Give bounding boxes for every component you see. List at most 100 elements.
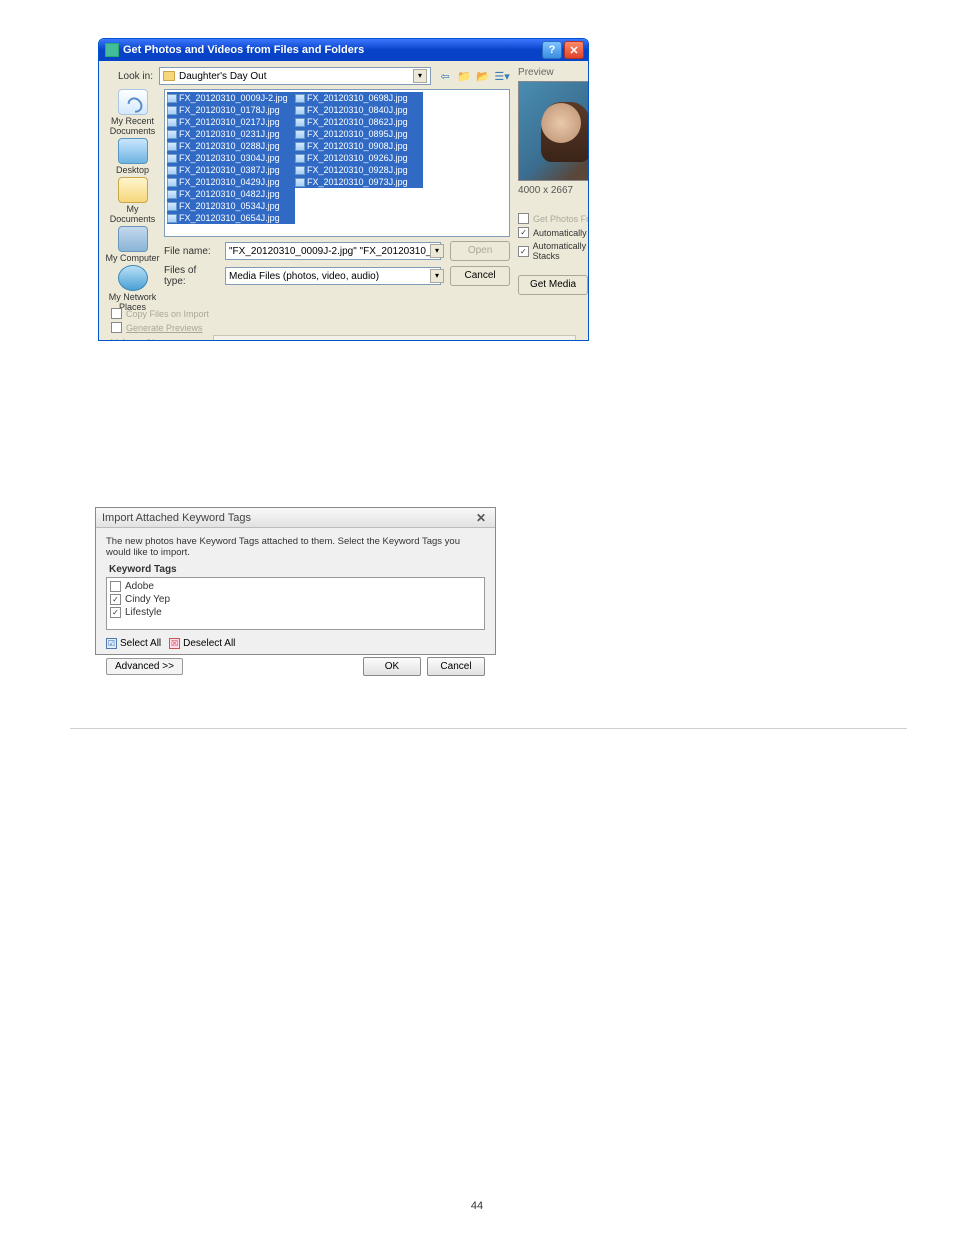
deselect-all-button[interactable]: ☒Deselect All xyxy=(169,638,235,649)
image-file-icon xyxy=(167,154,177,163)
place-label: Desktop xyxy=(116,165,149,175)
filename-input[interactable]: "FX_20120310_0009J-2.jpg" "FX_20120310_0 xyxy=(225,242,441,260)
help-button[interactable]: ? xyxy=(542,41,562,59)
image-file-icon xyxy=(167,94,177,103)
keyword-tag-item[interactable]: ✓ Cindy Yep xyxy=(110,593,481,606)
file-item[interactable]: FX_20120310_0973J.jpg xyxy=(295,176,423,188)
chevron-down-icon[interactable]: ▾ xyxy=(430,244,444,258)
import-tags-dialog: Import Attached Keyword Tags ✕ The new p… xyxy=(95,507,496,655)
app-icon xyxy=(105,43,119,57)
get-photos-dialog: Get Photos and Videos from Files and Fol… xyxy=(98,38,589,341)
checkbox[interactable] xyxy=(110,581,121,592)
places-item[interactable]: My Network Places xyxy=(105,265,160,312)
place-icon xyxy=(118,265,148,291)
new-folder-icon[interactable]: 📂 xyxy=(475,68,491,84)
preview-image xyxy=(518,81,589,181)
tag-name: Lifestyle xyxy=(125,607,162,618)
places-item[interactable]: My Computer xyxy=(105,226,160,263)
file-item[interactable]: FX_20120310_0482J.jpg xyxy=(167,188,295,200)
dialog-message: The new photos have Keyword Tags attache… xyxy=(106,536,485,558)
file-item[interactable]: FX_20120310_0895J.jpg xyxy=(295,128,423,140)
file-item[interactable]: FX_20120310_0178J.jpg xyxy=(167,104,295,116)
image-file-icon xyxy=(295,166,305,175)
place-label: My Documents xyxy=(105,204,160,224)
get-media-button[interactable]: Get Media xyxy=(518,275,588,295)
titlebar[interactable]: Import Attached Keyword Tags ✕ xyxy=(96,508,495,528)
file-item[interactable]: FX_20120310_0304J.jpg xyxy=(167,152,295,164)
image-file-icon xyxy=(167,214,177,223)
lookin-label: Look in: xyxy=(105,71,153,82)
advanced-button[interactable]: Advanced >> xyxy=(106,658,183,675)
image-file-icon xyxy=(167,202,177,211)
tag-name: Adobe xyxy=(125,581,154,592)
titlebar[interactable]: Get Photos and Videos from Files and Fol… xyxy=(99,39,588,61)
preview-label: Preview xyxy=(518,67,589,78)
file-item[interactable]: FX_20120310_0654J.jpg xyxy=(167,212,295,224)
keyword-tags-label: Keyword Tags xyxy=(106,564,485,575)
image-file-icon xyxy=(295,118,305,127)
image-file-icon xyxy=(167,166,177,175)
file-item[interactable]: FX_20120310_0698J.jpg xyxy=(295,92,423,104)
back-icon[interactable]: ⇦ xyxy=(437,68,453,84)
file-item[interactable]: FX_20120310_0908J.jpg xyxy=(295,140,423,152)
image-file-icon xyxy=(167,178,177,187)
file-item[interactable]: FX_20120310_0840J.jpg xyxy=(295,104,423,116)
places-bar: My Recent DocumentsDesktopMy DocumentsMy… xyxy=(105,89,160,237)
lookin-combo[interactable]: Daughter's Day Out ▾ xyxy=(159,67,431,85)
file-item[interactable]: FX_20120310_0928J.jpg xyxy=(295,164,423,176)
copy-on-import-option: ✓Copy Files on Import xyxy=(111,308,576,319)
folder-icon xyxy=(163,71,175,81)
file-item[interactable]: FX_20120310_0009J-2.jpg xyxy=(167,92,295,104)
divider xyxy=(70,728,907,729)
up-folder-icon[interactable]: 📁 xyxy=(456,68,472,84)
image-file-icon xyxy=(295,130,305,139)
keyword-tag-item[interactable]: ✓ Lifestyle xyxy=(110,606,481,619)
chevron-down-icon[interactable]: ▾ xyxy=(413,69,427,83)
file-item[interactable]: FX_20120310_0429J.jpg xyxy=(167,176,295,188)
checkbox[interactable]: ✓ xyxy=(110,594,121,605)
generate-previews-option: ✓Generate Previews xyxy=(111,322,576,333)
chevron-down-icon[interactable]: ▾ xyxy=(430,269,444,283)
open-button[interactable]: Open xyxy=(450,241,510,261)
cancel-button[interactable]: Cancel xyxy=(450,266,510,286)
place-icon xyxy=(118,226,148,252)
checkbox[interactable]: ✓ xyxy=(110,607,121,618)
stacks-option[interactable]: ✓Automatically Suggest Photo Stacks xyxy=(518,241,589,261)
keyword-tag-item[interactable]: Adobe xyxy=(110,580,481,593)
cancel-button[interactable]: Cancel xyxy=(427,657,485,676)
places-item[interactable]: My Documents xyxy=(105,177,160,224)
preview-dimensions: 4000 x 2667 xyxy=(518,185,589,196)
ok-button[interactable]: OK xyxy=(363,657,421,676)
dialog-title: Import Attached Keyword Tags xyxy=(102,512,251,524)
places-item[interactable]: My Recent Documents xyxy=(105,89,160,136)
file-item[interactable]: FX_20120310_0387J.jpg xyxy=(167,164,295,176)
image-file-icon xyxy=(167,106,177,115)
redeye-option[interactable]: ✓Automatically Fix Red Eyes xyxy=(518,227,589,238)
file-item[interactable]: FX_20120310_0231J.jpg xyxy=(167,128,295,140)
file-item[interactable]: FX_20120310_0217J.jpg xyxy=(167,116,295,128)
close-button[interactable]: ✕ xyxy=(473,511,489,525)
image-file-icon xyxy=(295,106,305,115)
image-file-icon xyxy=(167,142,177,151)
file-list[interactable]: FX_20120310_0009J-2.jpgFX_20120310_0178J… xyxy=(164,89,510,237)
filetype-combo[interactable]: Media Files (photos, video, audio) xyxy=(225,267,441,285)
file-item[interactable]: FX_20120310_0926J.jpg xyxy=(295,152,423,164)
lookin-value: Daughter's Day Out xyxy=(179,71,267,82)
file-item[interactable]: FX_20120310_0862J.jpg xyxy=(295,116,423,128)
view-menu-icon[interactable]: ☰▾ xyxy=(494,68,510,84)
close-button[interactable]: ✕ xyxy=(564,41,584,59)
volume-label: Volume Name: xyxy=(111,338,177,342)
file-item[interactable]: FX_20120310_0534J.jpg xyxy=(167,200,295,212)
subfolders-option: ✓Get Photos From Subfolders xyxy=(518,213,589,224)
image-file-icon xyxy=(295,154,305,163)
tag-name: Cindy Yep xyxy=(125,594,170,605)
file-item[interactable]: FX_20120310_0288J.jpg xyxy=(167,140,295,152)
places-item[interactable]: Desktop xyxy=(105,138,160,175)
image-file-icon xyxy=(167,130,177,139)
filetype-label: Files of type: xyxy=(164,265,219,287)
image-file-icon xyxy=(295,178,305,187)
place-icon xyxy=(118,89,148,115)
image-file-icon xyxy=(167,118,177,127)
select-all-button[interactable]: ☑Select All xyxy=(106,638,161,649)
image-file-icon xyxy=(295,142,305,151)
